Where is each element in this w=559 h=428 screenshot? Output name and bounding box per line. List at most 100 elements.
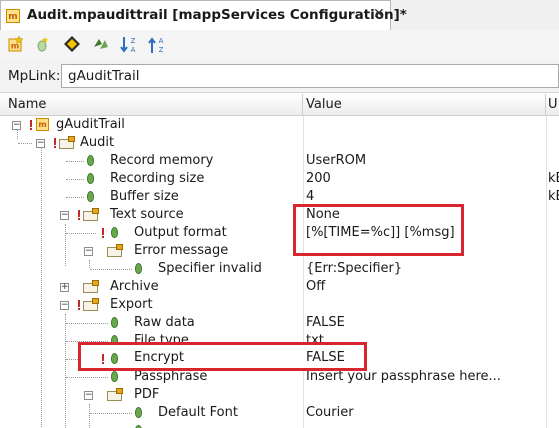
node-name: Archive — [110, 279, 159, 294]
node-name: Raw data — [134, 315, 195, 330]
tree-row-default-font[interactable]: Default Font Courier — [0, 404, 559, 422]
modified-marker — [30, 120, 32, 130]
tree-row-raw-data[interactable]: Raw data FALSE — [0, 314, 559, 332]
tree-row-audit[interactable]: − Audit — [0, 134, 559, 152]
config-tree: − m gAuditTrail − Audit Record memory Us… — [0, 116, 559, 428]
node-name: Export — [110, 297, 153, 312]
mapp-component-icon: m — [36, 118, 49, 131]
modified-marker — [78, 210, 80, 220]
modified-marker — [78, 300, 80, 310]
modified-marker — [54, 138, 56, 148]
tree-row-text-source[interactable]: − Text source None — [0, 206, 559, 224]
tree-row-recording-size[interactable]: Recording size 200 kB — [0, 170, 559, 188]
tree-connector — [66, 197, 84, 198]
node-value[interactable]: {Err:Specifier} — [306, 261, 402, 276]
node-name: Default Font — [158, 405, 238, 420]
parameter-icon — [111, 317, 118, 328]
parameter-icon — [87, 155, 94, 166]
column-divider[interactable] — [545, 94, 546, 115]
editor-tab[interactable]: m Audit.mpaudittrail [mappServices Confi… — [0, 0, 407, 30]
node-value[interactable]: Off — [306, 279, 325, 294]
collapse-toggle[interactable]: − — [60, 211, 69, 220]
parameter-icon — [135, 263, 142, 274]
parameter-icon — [111, 353, 118, 364]
expand-toggle[interactable]: + — [60, 283, 69, 292]
insert-icon[interactable] — [33, 35, 53, 55]
tree-connector — [90, 413, 132, 414]
tree-connector — [66, 233, 96, 234]
node-name: Error message — [134, 243, 229, 258]
node-value[interactable]: FALSE — [306, 315, 345, 330]
node-name: Recording size — [110, 171, 205, 186]
folder-icon — [83, 208, 99, 221]
node-name: PDF — [134, 387, 160, 402]
mplink-bar: MpLink: — [0, 60, 559, 93]
node-value[interactable]: Insert your passphrase here... — [306, 369, 501, 384]
node-name: Record memory — [110, 153, 214, 168]
node-name: Output format — [134, 225, 227, 240]
tree-row-export[interactable]: − Export — [0, 296, 559, 314]
tree-row-pdf[interactable]: − PDF — [0, 386, 559, 404]
sort-ascending-icon[interactable]: AZ — [147, 35, 167, 55]
node-unit: kB — [548, 189, 559, 204]
node-unit: kB — [548, 171, 559, 186]
folder-icon — [83, 280, 99, 293]
tree-row-record-memory[interactable]: Record memory UserROM — [0, 152, 559, 170]
parameter-icon — [87, 191, 94, 202]
tree-connector — [66, 323, 108, 324]
parameter-icon — [135, 407, 142, 418]
tree-row-next[interactable] — [0, 422, 559, 428]
collapse-toggle[interactable]: − — [60, 301, 69, 310]
node-value[interactable]: FALSE — [306, 350, 345, 365]
column-header: Name Value U — [0, 94, 559, 116]
tree-row-archive[interactable]: + Archive Off — [0, 278, 559, 296]
mplink-input[interactable] — [61, 64, 559, 88]
column-divider[interactable] — [302, 94, 303, 115]
collapse-toggle[interactable]: − — [84, 247, 93, 256]
tree-row-output-format[interactable]: Output format [%[TIME=%c]] [%msg] — [0, 224, 559, 242]
node-name: Encrypt — [134, 350, 184, 365]
node-name: Specifier invalid — [158, 261, 262, 276]
folder-icon — [107, 244, 123, 257]
node-value[interactable]: UserROM — [306, 153, 366, 168]
node-value[interactable]: 4 — [306, 189, 314, 204]
sync-icon[interactable] — [91, 35, 111, 55]
node-name: Passphrase — [134, 369, 208, 384]
tab-bar: m Audit.mpaudittrail [mappServices Confi… — [0, 0, 559, 31]
node-name: Text source — [110, 207, 184, 222]
tree-connector — [90, 269, 132, 270]
folder-icon — [59, 136, 75, 149]
tree-connector — [66, 377, 108, 378]
svg-text:A: A — [131, 46, 136, 54]
modified-marker — [102, 354, 104, 364]
modified-marker — [102, 228, 104, 238]
collapse-toggle[interactable]: − — [84, 391, 93, 400]
collapse-toggle[interactable]: − — [12, 121, 21, 130]
parameter-icon — [87, 173, 94, 184]
column-value-header[interactable]: Value — [306, 97, 342, 112]
new-config-icon[interactable]: m — [6, 35, 26, 55]
folder-icon — [107, 388, 123, 401]
toolbar: m ZA AZ — [0, 30, 559, 61]
mplink-label: MpLink: — [8, 68, 61, 84]
tree-row-error-message[interactable]: − Error message — [0, 242, 559, 260]
sort-descending-icon[interactable]: ZA — [119, 35, 139, 55]
close-icon[interactable]: ✕ — [373, 6, 385, 22]
tree-connector — [18, 143, 32, 144]
tree-connector — [66, 161, 84, 162]
node-value[interactable]: 200 — [306, 171, 331, 186]
svg-text:A: A — [159, 37, 164, 45]
tree-row-specifier-invalid[interactable]: Specifier invalid {Err:Specifier} — [0, 260, 559, 278]
collapse-toggle[interactable]: − — [36, 139, 45, 148]
navigate-icon[interactable] — [62, 35, 82, 55]
tree-row-buffer-size[interactable]: Buffer size 4 kB — [0, 188, 559, 206]
column-unit-header[interactable]: U — [548, 97, 558, 112]
folder-icon — [83, 298, 99, 311]
tab-title: Audit.mpaudittrail [mappServices Configu… — [27, 7, 407, 23]
parameter-icon — [111, 227, 118, 238]
node-name: Audit — [80, 135, 115, 150]
column-name-header[interactable]: Name — [8, 97, 46, 112]
node-value[interactable]: Courier — [306, 405, 354, 420]
mapp-config-icon: m — [6, 9, 20, 23]
tree-row-gaudittrail[interactable]: − m gAuditTrail — [0, 116, 559, 134]
